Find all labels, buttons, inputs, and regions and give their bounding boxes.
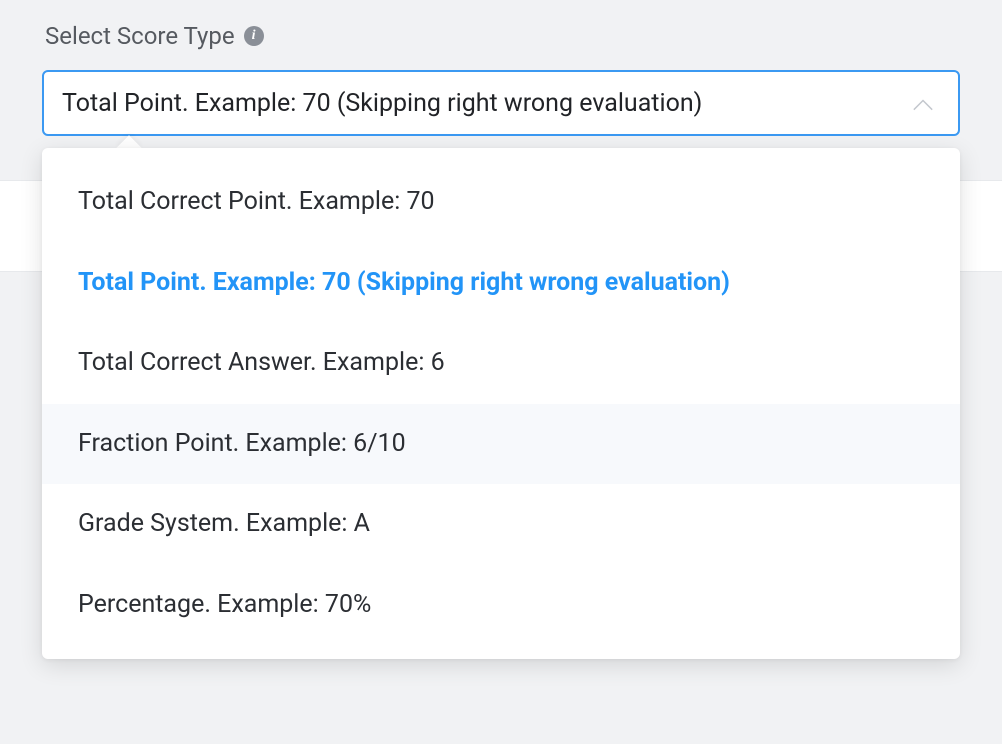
option-label: Total Point. Example: 70 (Skipping right… <box>78 268 730 297</box>
score-type-select[interactable]: Total Point. Example: 70 (Skipping right… <box>42 70 960 136</box>
info-icon[interactable]: i <box>244 26 264 46</box>
field-label-row: Select Score Type i <box>45 22 960 50</box>
dropdown-panel: Total Correct Point. Example: 70 Total P… <box>42 148 960 659</box>
option-label: Percentage. Example: 70% <box>78 590 371 619</box>
option-label: Fraction Point. Example: 6/10 <box>78 429 406 458</box>
option-label: Total Correct Point. Example: 70 <box>78 187 435 216</box>
select-current-value: Total Point. Example: 70 (Skipping right… <box>62 89 702 118</box>
field-label-text: Select Score Type <box>45 22 235 50</box>
option-label: Grade System. Example: A <box>78 509 370 538</box>
option-fraction-point[interactable]: Fraction Point. Example: 6/10 <box>42 404 960 485</box>
option-grade-system[interactable]: Grade System. Example: A <box>42 484 960 565</box>
option-total-correct-point[interactable]: Total Correct Point. Example: 70 <box>42 162 960 243</box>
option-total-point-skipping[interactable]: Total Point. Example: 70 (Skipping right… <box>42 243 960 324</box>
option-percentage[interactable]: Percentage. Example: 70% <box>42 565 960 646</box>
score-type-dropdown: Total Correct Point. Example: 70 Total P… <box>42 148 960 659</box>
chevron-up-icon <box>912 98 934 112</box>
option-total-correct-answer[interactable]: Total Correct Answer. Example: 6 <box>42 323 960 404</box>
option-label: Total Correct Answer. Example: 6 <box>78 348 445 377</box>
score-type-field: Select Score Type i Total Point. Example… <box>0 0 1002 659</box>
